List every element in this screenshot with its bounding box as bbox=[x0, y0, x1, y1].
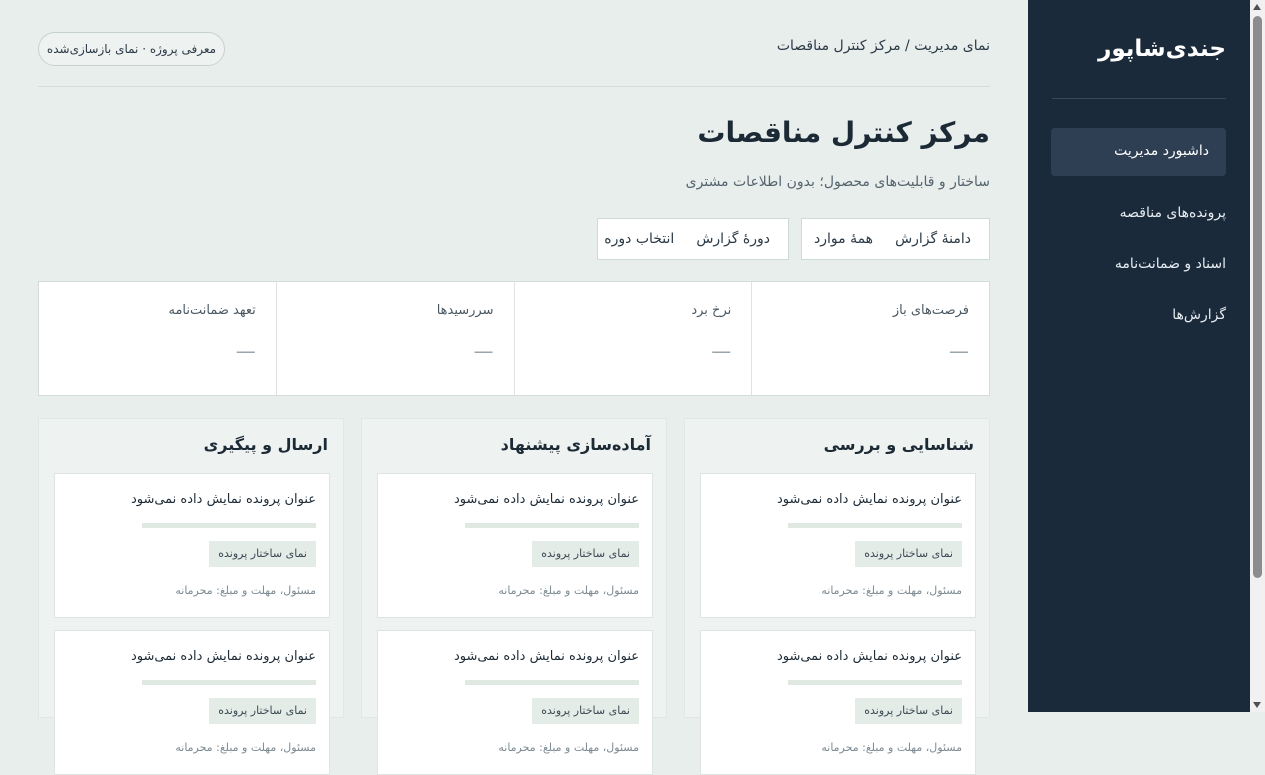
tender-card[interactable]: عنوان پرونده نمایش داده نمی‌شود نمای ساخ… bbox=[377, 473, 653, 618]
report-scope-select[interactable]: همهٔ موارد bbox=[814, 231, 873, 247]
sidebar-item-dashboard[interactable]: داشبورد مدیریت bbox=[1051, 128, 1226, 176]
tender-card[interactable]: عنوان پرونده نمایش داده نمی‌شود نمای ساخ… bbox=[54, 630, 330, 775]
kpi-row: فرصت‌های باز — نرخ برد — سررسیدها — تعهد… bbox=[38, 281, 990, 396]
card-title: عنوان پرونده نمایش داده نمی‌شود bbox=[776, 492, 962, 507]
card-meta: مسئول، مهلت و مبلغ: محرمانه bbox=[498, 584, 639, 597]
sidebar-item-tender-files[interactable]: پرونده‌های مناقصه bbox=[1051, 190, 1226, 238]
tender-card[interactable]: عنوان پرونده نمایش داده نمی‌شود نمای ساخ… bbox=[377, 630, 653, 775]
card-meta: مسئول، مهلت و مبلغ: محرمانه bbox=[175, 584, 316, 597]
pipeline-column-identification: شناسایی و بررسی عنوان پرونده نمایش داده … bbox=[684, 418, 990, 775]
pipeline-column-submission-followup: ارسال و پیگیری عنوان پرونده نمایش داده ن… bbox=[38, 418, 344, 775]
card-meta: مسئول، مهلت و مبلغ: محرمانه bbox=[175, 741, 316, 754]
report-scope-label: دامنهٔ گزارش bbox=[895, 231, 971, 247]
sidebar-nav: داشبورد مدیریت پرونده‌های مناقصه اسناد و… bbox=[1051, 128, 1226, 343]
card-meta: مسئول، مهلت و مبلغ: محرمانه bbox=[821, 584, 962, 597]
sidebar-divider bbox=[1052, 98, 1226, 99]
kpi-label: نرخ برد bbox=[691, 303, 732, 318]
card-progress-bar bbox=[142, 523, 316, 528]
card-progress-bar bbox=[142, 680, 316, 685]
card-progress-bar bbox=[788, 523, 962, 528]
kpi-card-guarantee-commitment: تعهد ضمانت‌نامه — bbox=[39, 282, 276, 395]
tender-card[interactable]: عنوان پرونده نمایش داده نمی‌شود نمای ساخ… bbox=[54, 473, 330, 618]
scroll-up-arrow-icon[interactable] bbox=[1253, 4, 1261, 10]
project-info-button[interactable]: معرفی پروژه · نمای بازسازی‌شده bbox=[38, 32, 225, 66]
kpi-value: — bbox=[235, 339, 256, 363]
scrollbar-thumb[interactable] bbox=[1253, 16, 1262, 578]
report-scope-filter[interactable]: دامنهٔ گزارش همهٔ موارد bbox=[801, 218, 990, 260]
report-period-label: دورهٔ گزارش bbox=[696, 231, 770, 247]
card-meta: مسئول، مهلت و مبلغ: محرمانه bbox=[821, 741, 962, 754]
pipeline-column-proposal-preparation: آماده‌سازی پیشنهاد عنوان پرونده نمایش دا… bbox=[361, 418, 667, 775]
column-title: شناسایی و بررسی bbox=[823, 435, 974, 454]
kpi-value: — bbox=[711, 339, 732, 363]
kpi-label: تعهد ضمانت‌نامه bbox=[168, 303, 256, 318]
sidebar-item-documents[interactable]: اسناد و ضمانت‌نامه bbox=[1051, 241, 1226, 289]
report-period-filter[interactable]: دورهٔ گزارش انتخاب دوره bbox=[597, 218, 789, 260]
card-title: عنوان پرونده نمایش داده نمی‌شود bbox=[130, 492, 316, 507]
sidebar: جندی‌شاپور داشبورد مدیریت پرونده‌های منا… bbox=[1028, 0, 1250, 712]
card-progress-bar bbox=[465, 523, 639, 528]
breadcrumb: نمای مدیریت / مرکز کنترل مناقصات bbox=[776, 38, 990, 54]
card-title: عنوان پرونده نمایش داده نمی‌شود bbox=[776, 649, 962, 664]
card-tag: نمای ساختار پرونده bbox=[855, 698, 962, 724]
kpi-value: — bbox=[949, 339, 969, 363]
card-tag: نمای ساختار پرونده bbox=[209, 698, 316, 724]
sidebar-item-reports[interactable]: گزارش‌ها bbox=[1051, 292, 1226, 340]
kpi-label: سررسیدها bbox=[436, 303, 494, 318]
kpi-card-open-opportunities: فرصت‌های باز — bbox=[751, 282, 989, 395]
card-tag: نمای ساختار پرونده bbox=[855, 541, 962, 567]
tender-card[interactable]: عنوان پرونده نمایش داده نمی‌شود نمای ساخ… bbox=[700, 473, 976, 618]
brand-logo[interactable]: جندی‌شاپور bbox=[1098, 36, 1226, 62]
card-tag: نمای ساختار پرونده bbox=[532, 541, 639, 567]
column-title: ارسال و پیگیری bbox=[203, 435, 328, 454]
page-scrollbar[interactable] bbox=[1250, 0, 1265, 712]
kpi-card-deadlines: سررسیدها — bbox=[275, 282, 514, 395]
card-progress-bar bbox=[465, 680, 639, 685]
page-title: مرکز کنترل مناقصات bbox=[697, 116, 990, 149]
card-tag: نمای ساختار پرونده bbox=[209, 541, 316, 567]
card-progress-bar bbox=[788, 680, 962, 685]
column-title: آماده‌سازی پیشنهاد bbox=[500, 435, 651, 454]
card-meta: مسئول، مهلت و مبلغ: محرمانه bbox=[498, 741, 639, 754]
card-tag: نمای ساختار پرونده bbox=[532, 698, 639, 724]
card-title: عنوان پرونده نمایش داده نمی‌شود bbox=[130, 649, 316, 664]
tender-card[interactable]: عنوان پرونده نمایش داده نمی‌شود نمای ساخ… bbox=[700, 630, 976, 775]
scroll-down-arrow-icon[interactable] bbox=[1253, 702, 1261, 708]
page-subtitle: ساختار و قابلیت‌های محصول؛ بدون اطلاعات … bbox=[685, 174, 990, 190]
card-title: عنوان پرونده نمایش داده نمی‌شود bbox=[453, 492, 639, 507]
kpi-label: فرصت‌های باز bbox=[892, 303, 969, 318]
kpi-card-win-rate: نرخ برد — bbox=[513, 282, 752, 395]
card-title: عنوان پرونده نمایش داده نمی‌شود bbox=[453, 649, 639, 664]
report-period-select[interactable]: انتخاب دوره bbox=[604, 231, 674, 247]
kpi-value: — bbox=[473, 339, 494, 363]
header-divider bbox=[38, 86, 990, 87]
